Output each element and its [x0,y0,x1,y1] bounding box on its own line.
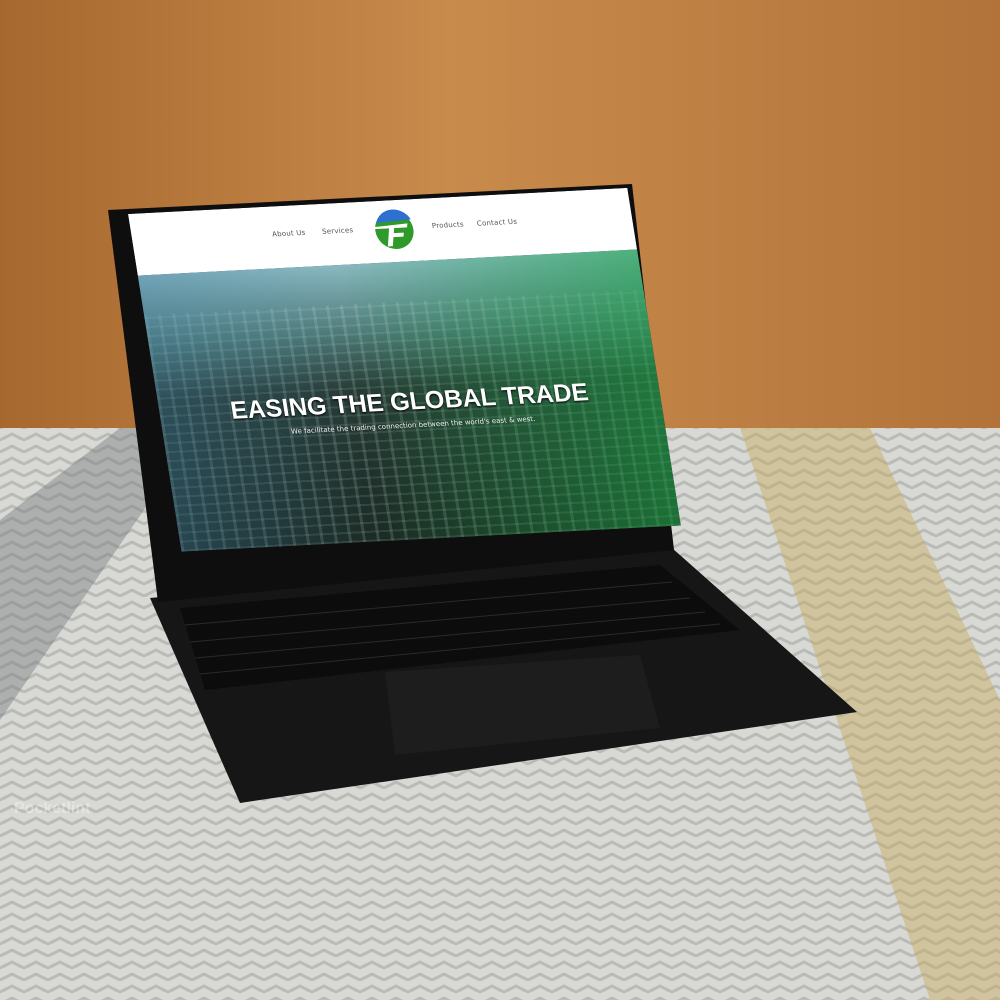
watermark: Pocketlint [14,800,91,817]
nav-about-us[interactable]: About Us [272,229,307,239]
laptop-screen: About Us Services Products Contact Us EA… [128,187,681,552]
nav-contact-us[interactable]: Contact Us [476,218,517,228]
nav-services[interactable]: Services [322,226,354,236]
nav-products[interactable]: Products [431,220,464,230]
company-logo[interactable] [369,205,420,251]
hero-banner: EASING THE GLOBAL TRADE We facilitate th… [137,249,681,552]
